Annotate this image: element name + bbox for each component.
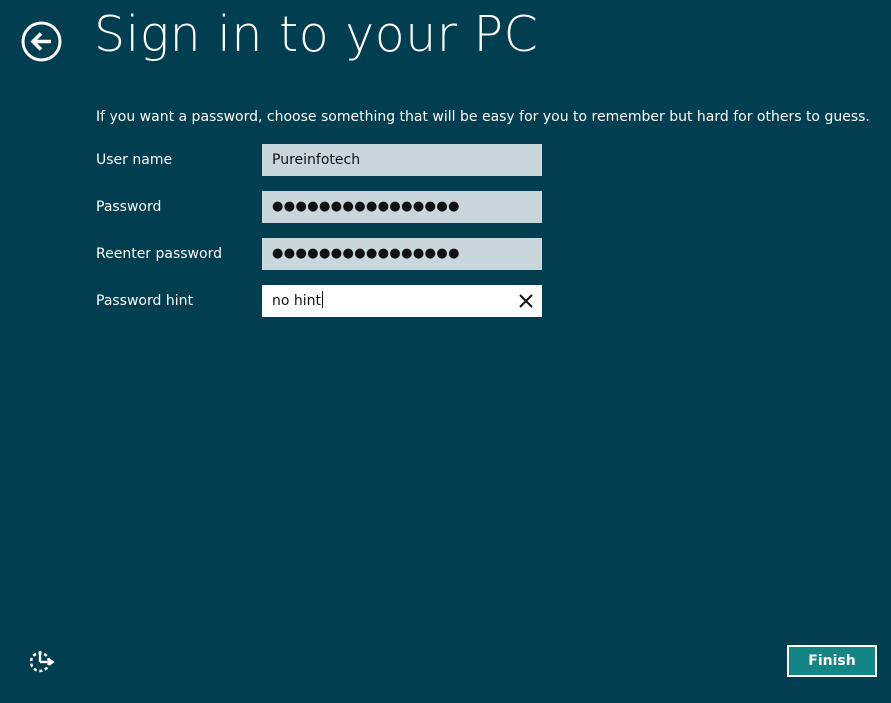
username-value: Pureinfotech xyxy=(272,152,361,168)
password-row: Password ●●●●●●●●●●●●●●●● xyxy=(96,191,542,223)
reenter-password-row: Reenter password ●●●●●●●●●●●●●●●● xyxy=(96,238,542,270)
ease-of-access-icon xyxy=(27,647,55,675)
close-icon xyxy=(518,293,534,309)
password-field[interactable]: ●●●●●●●●●●●●●●●● xyxy=(262,191,542,223)
page-title: Sign in to your PC xyxy=(94,6,539,63)
instruction-text: If you want a password, choose something… xyxy=(96,109,870,125)
reenter-password-field[interactable]: ●●●●●●●●●●●●●●●● xyxy=(262,238,542,270)
password-hint-row: Password hint no hint xyxy=(96,285,542,317)
password-hint-label: Password hint xyxy=(96,293,193,309)
finish-button[interactable]: Finish xyxy=(787,645,877,677)
password-hint-value: no hint xyxy=(272,293,322,309)
text-caret xyxy=(322,291,324,308)
back-arrow-circle-icon xyxy=(21,21,62,62)
clear-hint-button[interactable] xyxy=(518,293,534,309)
back-button[interactable] xyxy=(21,21,62,62)
reenter-password-value: ●●●●●●●●●●●●●●●● xyxy=(272,246,460,261)
password-value: ●●●●●●●●●●●●●●●● xyxy=(272,199,460,214)
password-hint-field[interactable]: no hint xyxy=(262,285,542,317)
ease-of-access-button[interactable] xyxy=(27,647,55,675)
username-field[interactable]: Pureinfotech xyxy=(262,144,542,176)
username-row: User name Pureinfotech xyxy=(96,144,542,176)
reenter-password-label: Reenter password xyxy=(96,246,222,262)
password-label: Password xyxy=(96,199,162,215)
username-label: User name xyxy=(96,152,173,168)
